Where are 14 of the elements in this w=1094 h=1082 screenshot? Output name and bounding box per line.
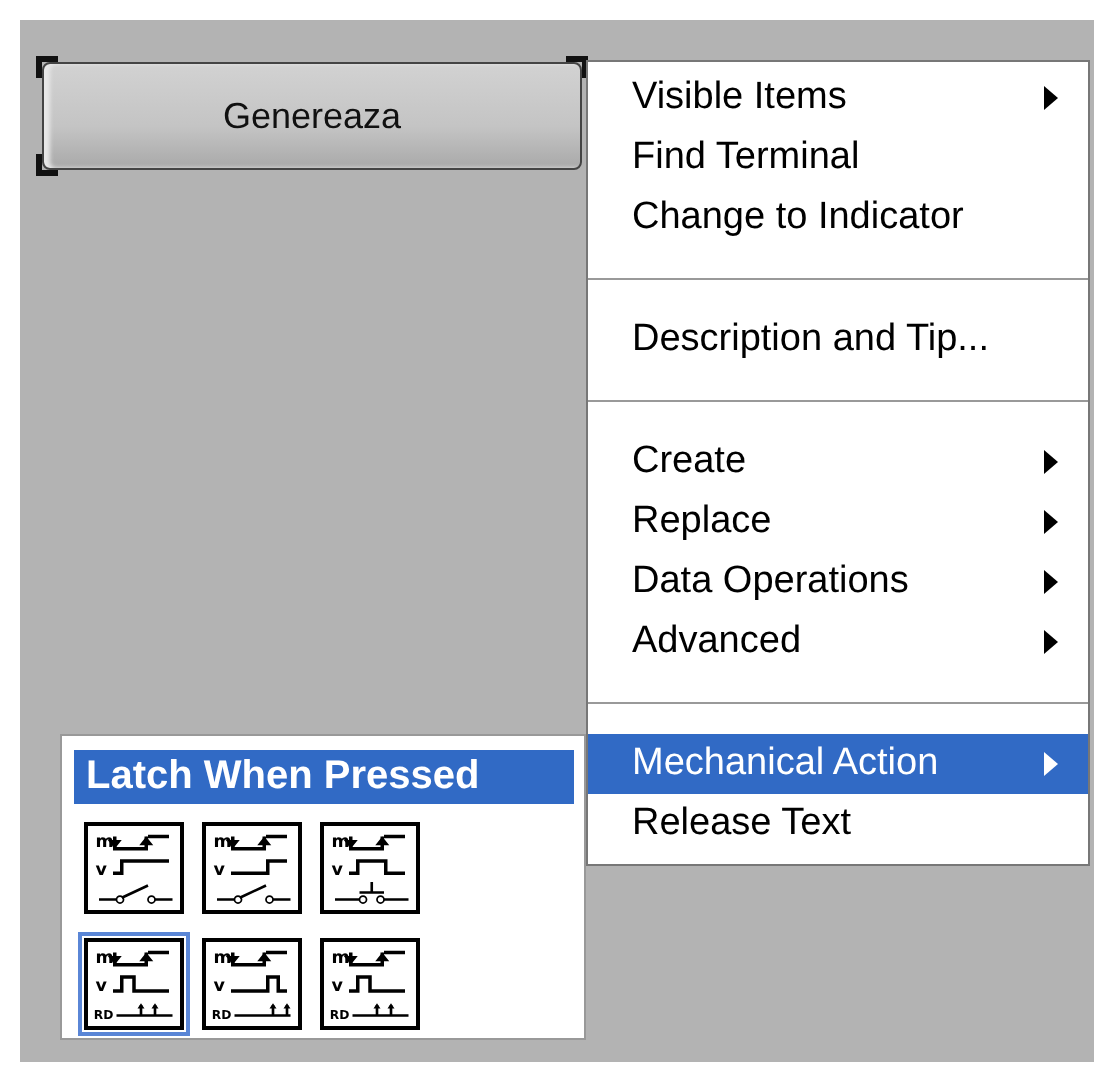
menu-item[interactable]: Change to Indicator xyxy=(588,188,1088,248)
menu-item[interactable]: Advanced xyxy=(588,612,1088,672)
menu-item[interactable]: Replace xyxy=(588,492,1088,552)
generate-button[interactable]: Genereaza xyxy=(42,62,582,170)
selection-handle[interactable] xyxy=(36,154,58,176)
menu-item[interactable]: Create xyxy=(588,432,1088,492)
palette-title: Latch When Pressed xyxy=(74,750,574,804)
menu-item[interactable]: Visible Items xyxy=(588,68,1088,128)
menu-item[interactable]: Data Operations xyxy=(588,552,1088,612)
selection-handle[interactable] xyxy=(36,56,58,78)
menu-item[interactable]: Mechanical Action xyxy=(588,734,1088,794)
menu-item[interactable]: Release Text xyxy=(588,794,1088,854)
menu-item[interactable]: Description and Tip... xyxy=(588,310,1088,370)
menu-item[interactable]: Find Terminal xyxy=(588,128,1088,188)
